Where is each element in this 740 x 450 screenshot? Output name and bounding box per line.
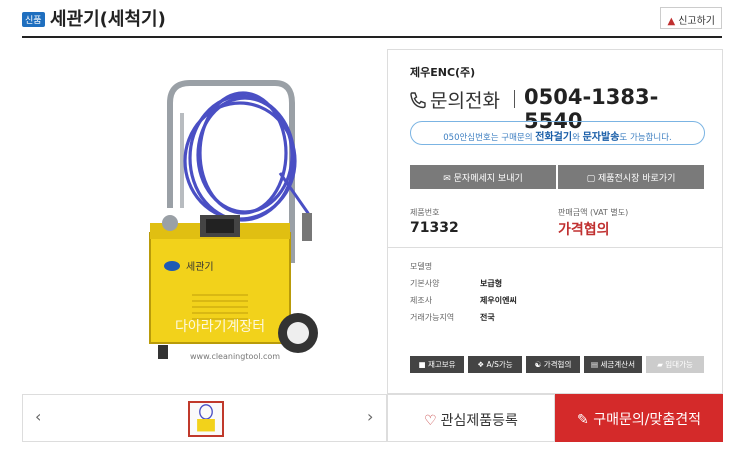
siren-icon: ▲ bbox=[667, 16, 676, 27]
spec-value-region: 전국 bbox=[480, 313, 495, 322]
next-arrow-icon[interactable]: › bbox=[367, 407, 373, 426]
chip-label: 가격협의 bbox=[543, 360, 572, 369]
wrench-icon: ❖ bbox=[477, 360, 485, 369]
title-divider bbox=[22, 36, 722, 38]
price-value: 가격협의 bbox=[558, 222, 610, 238]
chip-as: ❖ A/S가능 bbox=[468, 356, 522, 373]
notice-suffix: 도 가능합니다. bbox=[619, 133, 672, 143]
chip-label: 임대가능 bbox=[665, 360, 693, 369]
notice-mid: 와 bbox=[572, 133, 580, 143]
purchase-inquiry-label: 구매문의/맞춤견적 bbox=[593, 412, 701, 428]
product-image-panel: 세관기 다아라기계장터 www.cleaningtool.com bbox=[22, 49, 387, 394]
send-message-button[interactable]: ✉ 문자메세지 보내기 bbox=[410, 165, 556, 189]
add-favorite-button[interactable]: ♡ 관심제품등록 bbox=[387, 394, 555, 442]
spec-label-model: 모델명 bbox=[410, 262, 433, 271]
notice-sms: 문자발송 bbox=[582, 132, 620, 143]
chip-rental: ▰ 임대가능 bbox=[646, 356, 704, 373]
phone-label: 문의전화 bbox=[430, 90, 500, 112]
spec-label-maker: 제조사 bbox=[410, 296, 433, 305]
spec-value-maker: 제우이엔씨 bbox=[480, 296, 517, 305]
title-bar: 신품 세관기(세척기) ▲ 신고하기 bbox=[22, 4, 722, 36]
mail-icon: ✉ bbox=[443, 174, 451, 184]
chip-label: A/S가능 bbox=[486, 360, 513, 369]
machine-label: 세관기 bbox=[186, 261, 214, 273]
thumbnail-image[interactable] bbox=[188, 401, 224, 437]
section-divider bbox=[388, 247, 722, 248]
report-label: 신고하기 bbox=[678, 16, 715, 27]
thumbnail-bar: ‹ › bbox=[22, 394, 387, 442]
purchase-inquiry-button[interactable]: ✎ 구매문의/맞춤견적 bbox=[555, 394, 723, 442]
phone-row[interactable]: 문의전화 0504-1383-5540 bbox=[408, 85, 708, 133]
new-badge: 신품 bbox=[22, 12, 45, 27]
notice-call: 전화걸기 bbox=[535, 132, 573, 143]
receipt-icon: ▤ bbox=[591, 360, 599, 369]
price-label: 판매금액 (VAT 별도) bbox=[558, 208, 629, 217]
prev-arrow-icon[interactable]: ‹ bbox=[35, 407, 41, 426]
store-icon: ▢ bbox=[586, 174, 596, 184]
spec-label-basic: 기본사양 bbox=[410, 279, 440, 288]
watermark-url: www.cleaningtool.com bbox=[190, 352, 280, 361]
chip-price-nego: ☯ 가격협의 bbox=[526, 356, 580, 373]
report-button[interactable]: ▲ 신고하기 bbox=[660, 7, 722, 29]
handshake-icon: ☯ bbox=[534, 360, 542, 369]
edit-icon: ✎ bbox=[577, 412, 589, 428]
spec-value-basic: 보급형 bbox=[480, 279, 503, 288]
company-name: 제우ENC(주) bbox=[410, 66, 476, 79]
phone-icon bbox=[410, 92, 426, 109]
truck-icon: ▰ bbox=[657, 360, 663, 369]
chip-tax-invoice: ▤ 세금계산서 bbox=[584, 356, 642, 373]
product-number-label: 제품번호 bbox=[410, 208, 440, 217]
page-title: 세관기(세척기) bbox=[50, 9, 166, 30]
chip-label: 세금계산서 bbox=[600, 360, 635, 369]
notice-text: 050안심번호는 구매문의 bbox=[443, 133, 533, 143]
go-store-label: 제품전시장 바로가기 bbox=[598, 174, 676, 184]
box-icon: ■ bbox=[418, 360, 426, 369]
chip-label: 재고보유 bbox=[427, 360, 456, 369]
chip-in-stock: ■ 재고보유 bbox=[410, 356, 464, 373]
safe-number-notice: 050안심번호는 구매문의 전화걸기와 문자발송도 가능합니다. bbox=[410, 121, 705, 145]
go-store-button[interactable]: ▢ 제품전시장 바로가기 bbox=[558, 165, 704, 189]
watermark-text: 다아라기계장터 bbox=[175, 319, 265, 335]
product-number-value: 71332 bbox=[410, 220, 459, 236]
product-image[interactable]: 세관기 다아라기계장터 www.cleaningtool.com bbox=[130, 63, 320, 383]
spec-label-region: 거래가능지역 bbox=[410, 313, 455, 322]
heart-icon: ♡ bbox=[424, 413, 437, 429]
phone-separator bbox=[514, 90, 515, 108]
product-info-panel: 제우ENC(주) 문의전화 0504-1383-5540 050안심번호는 구매… bbox=[387, 49, 723, 394]
add-favorite-label: 관심제품등록 bbox=[440, 413, 518, 429]
send-message-label: 문자메세지 보내기 bbox=[453, 174, 523, 184]
